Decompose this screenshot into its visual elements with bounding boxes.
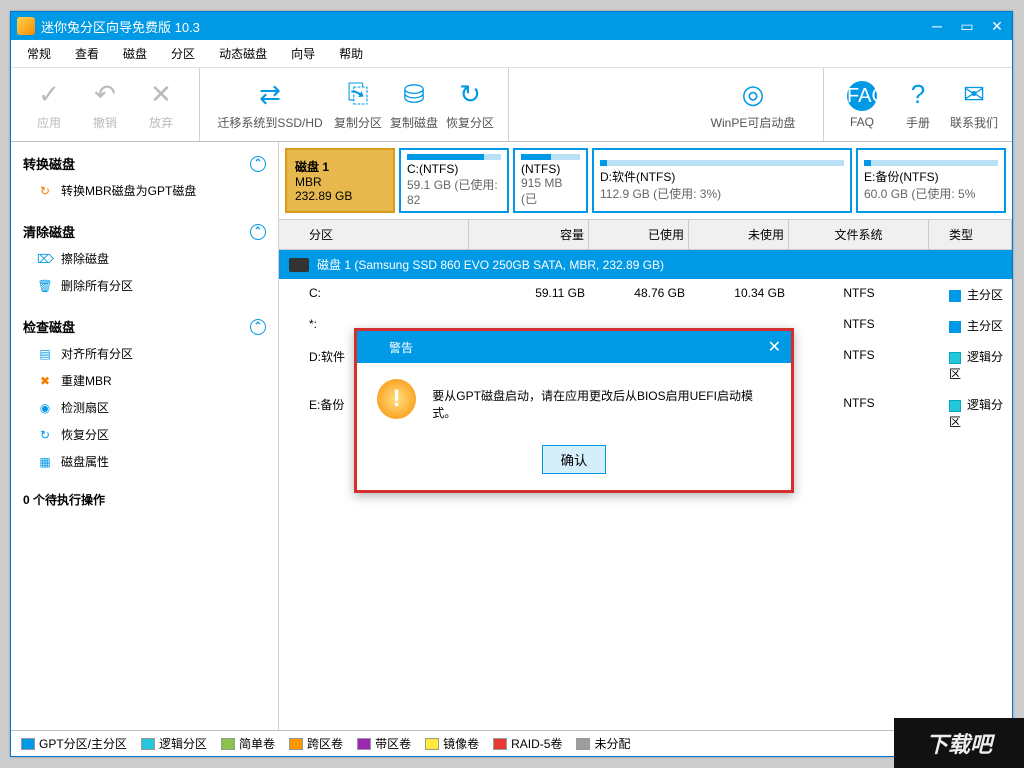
sidebar-section-header[interactable]: 转换磁盘⌃	[23, 150, 266, 177]
table-header: 分区 容量 已使用 未使用 文件系统 类型	[279, 220, 1012, 250]
dialog-icon	[367, 339, 383, 355]
manual-button[interactable]: ?手册	[890, 71, 946, 139]
sidebar-item-label: 转换MBR磁盘为GPT磁盘	[61, 182, 196, 199]
menu-6[interactable]: 帮助	[331, 41, 371, 66]
disk-partition[interactable]: E:备份(NTFS)60.0 GB (已使用: 5%	[856, 148, 1006, 213]
dialog-ok-button[interactable]: 确认	[542, 445, 607, 474]
disk-partition[interactable]: D:软件(NTFS)112.9 GB (已使用: 3%)	[592, 148, 852, 213]
sidebar-item-icon: ↻	[37, 184, 53, 198]
close-button[interactable]: ✕	[982, 12, 1012, 40]
dialog-message: 要从GPT磁盘启动，请在应用更改后从BIOS启用UEFI启动模式。	[432, 379, 771, 421]
disk-icon	[289, 258, 309, 272]
disk-header[interactable]: 磁盘 1MBR232.89 GB	[285, 148, 395, 213]
sidebar-section-header[interactable]: 检查磁盘⌃	[23, 313, 266, 340]
undo-button[interactable]: ↶撤销	[77, 71, 133, 139]
copy-partition-button[interactable]: ⎘复制分区	[330, 71, 386, 139]
sidebar-item-icon: ⌦	[37, 252, 53, 266]
partition-row[interactable]: C:59.11 GB48.76 GB10.34 GBNTFS主分区	[279, 279, 1012, 310]
menu-2[interactable]: 磁盘	[115, 41, 155, 66]
disk-row[interactable]: 磁盘 1 (Samsung SSD 860 EVO 250GB SATA, MB…	[279, 250, 1012, 279]
legend-item: RAID-5卷	[493, 735, 562, 752]
dialog-titlebar: 警告 ✕	[357, 331, 791, 363]
sidebar-item-label: 对齐所有分区	[61, 345, 133, 362]
sidebar-item-label: 恢复分区	[61, 426, 109, 443]
sidebar-item-label: 重建MBR	[61, 372, 112, 389]
sidebar-item-icon: ◉	[37, 401, 53, 415]
warning-icon: !	[377, 379, 416, 419]
toolbar: ✓应用 ↶撤销 ✕放弃 ⇄迁移系统到SSD/HD ⎘复制分区 ⛁复制磁盘 ↻恢复…	[11, 68, 1012, 142]
sidebar-item-icon: ▤	[37, 347, 53, 361]
warning-dialog: 警告 ✕ ! 要从GPT磁盘启动，请在应用更改后从BIOS启用UEFI启动模式。…	[354, 328, 794, 493]
legend: GPT分区/主分区逻辑分区简单卷跨区卷带区卷镜像卷 RAID-5卷未分配	[11, 730, 1012, 756]
minimize-button[interactable]: ─	[922, 12, 952, 40]
sidebar-item-label: 删除所有分区	[61, 277, 133, 294]
sidebar-item-icon: ▦	[37, 455, 53, 469]
sidebar-item-label: 检测扇区	[61, 399, 109, 416]
pending-ops: 0 个待执行操作	[23, 491, 266, 508]
legend-item: 镜像卷	[425, 735, 479, 752]
contact-button[interactable]: ✉联系我们	[946, 71, 1002, 139]
sidebar-item[interactable]: ⌦ 擦除磁盘	[23, 245, 266, 272]
legend-item: 逻辑分区	[141, 735, 207, 752]
legend-item: 带区卷	[357, 735, 411, 752]
sidebar-item-label: 擦除磁盘	[61, 250, 109, 267]
sidebar-item[interactable]: ↻ 转换MBR磁盘为GPT磁盘	[23, 177, 266, 204]
sidebar-item[interactable]: ◉ 检测扇区	[23, 394, 266, 421]
legend-item: 简单卷	[221, 735, 275, 752]
chevron-up-icon: ⌃	[250, 224, 266, 240]
sidebar-item-label: 磁盘属性	[61, 453, 109, 470]
chevron-up-icon: ⌃	[250, 319, 266, 335]
legend-item: 未分配	[576, 735, 630, 752]
faq-button[interactable]: FAQFAQ	[834, 71, 890, 139]
menu-5[interactable]: 向导	[283, 41, 323, 66]
menu-0[interactable]: 常规	[19, 41, 59, 66]
chevron-up-icon: ⌃	[250, 156, 266, 172]
dialog-title-text: 警告	[389, 339, 413, 356]
disk-partition[interactable]: (NTFS)915 MB (已	[513, 148, 588, 213]
sidebar-item[interactable]: ▤ 对齐所有分区	[23, 340, 266, 367]
winpe-button[interactable]: ◎WinPE可启动盘	[693, 71, 813, 139]
menu-3[interactable]: 分区	[163, 41, 203, 66]
titlebar: 迷你兔分区向导免费版 10.3 ─ ▭ ✕	[11, 12, 1012, 40]
sidebar-item[interactable]: ▦ 磁盘属性	[23, 448, 266, 475]
sidebar-item[interactable]: ✖ 重建MBR	[23, 367, 266, 394]
disk-map: 磁盘 1MBR232.89 GBC:(NTFS)59.1 GB (已使用: 82…	[279, 142, 1012, 220]
dialog-close-button[interactable]: ✕	[768, 337, 781, 357]
sidebar: 转换磁盘⌃ ↻ 转换MBR磁盘为GPT磁盘清除磁盘⌃ ⌦ 擦除磁盘 🗑 删除所有分区检查磁盘…	[11, 142, 279, 730]
window-title: 迷你兔分区向导免费版 10.3	[41, 17, 922, 36]
legend-item: GPT分区/主分区	[21, 735, 127, 752]
sidebar-item-icon: ✖	[37, 374, 53, 388]
menu-1[interactable]: 查看	[67, 41, 107, 66]
sidebar-item[interactable]: ↻ 恢复分区	[23, 421, 266, 448]
sidebar-item[interactable]: 🗑 删除所有分区	[23, 272, 266, 299]
sidebar-item-icon: 🗑	[37, 279, 53, 293]
app-icon	[17, 17, 35, 35]
legend-item: 跨区卷	[289, 735, 343, 752]
apply-button[interactable]: ✓应用	[21, 71, 77, 139]
menubar: 常规查看磁盘分区动态磁盘向导帮助	[11, 40, 1012, 68]
discard-button[interactable]: ✕放弃	[133, 71, 189, 139]
disk-partition[interactable]: C:(NTFS)59.1 GB (已使用: 82	[399, 148, 509, 213]
maximize-button[interactable]: ▭	[952, 12, 982, 40]
recover-partition-button[interactable]: ↻恢复分区	[442, 71, 498, 139]
sidebar-section-header[interactable]: 清除磁盘⌃	[23, 218, 266, 245]
copy-disk-button[interactable]: ⛁复制磁盘	[386, 71, 442, 139]
menu-4[interactable]: 动态磁盘	[211, 41, 275, 66]
migrate-button[interactable]: ⇄迁移系统到SSD/HD	[210, 71, 330, 139]
sidebar-item-icon: ↻	[37, 428, 53, 442]
watermark: 下载吧	[894, 718, 1024, 768]
